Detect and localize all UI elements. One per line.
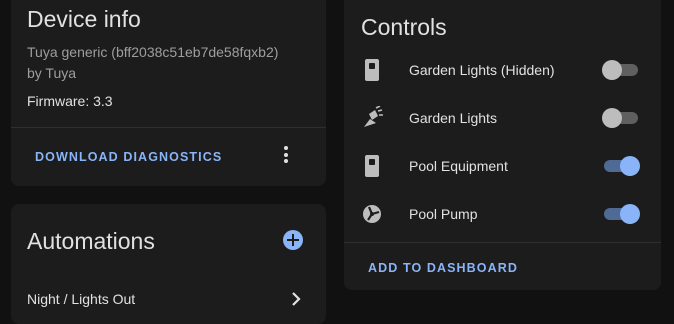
- pump-icon: [363, 205, 381, 223]
- download-diagnostics-button[interactable]: DOWNLOAD DIAGNOSTICS: [35, 150, 222, 164]
- card-divider: [11, 127, 326, 128]
- card-divider: [344, 242, 661, 243]
- automations-title: Automations: [27, 228, 155, 254]
- control-label: Garden Lights (Hidden): [409, 62, 555, 78]
- controls-title: Controls: [361, 14, 447, 40]
- control-label: Pool Pump: [409, 206, 478, 222]
- control-row-garden-lights-hidden: Garden Lights (Hidden): [344, 48, 661, 92]
- device-model: Tuya generic (bff2038c51eb7de58fqxb2): [27, 44, 279, 60]
- device-firmware: Firmware: 3.3: [27, 93, 113, 109]
- add-to-dashboard-button[interactable]: ADD TO DASHBOARD: [368, 261, 518, 275]
- controls-card: Controls Garden Lights (Hidden) Garden L…: [344, 0, 661, 290]
- device-info-title: Device info: [27, 6, 141, 32]
- control-label: Pool Equipment: [409, 158, 508, 174]
- switch-box-icon: [365, 155, 379, 177]
- toggle-switch[interactable]: [602, 203, 640, 225]
- toggle-switch[interactable]: [602, 59, 640, 81]
- control-row-pool-equipment: Pool Equipment: [344, 144, 661, 188]
- dots-vertical-icon[interactable]: [279, 146, 293, 168]
- automations-card: Automations Night / Lights Out: [11, 204, 326, 324]
- control-row-garden-lights: Garden Lights: [344, 96, 661, 140]
- toggle-switch[interactable]: [602, 107, 640, 129]
- device-manufacturer: by Tuya: [27, 65, 77, 81]
- device-info-card: Device info Tuya generic (bff2038c51eb7d…: [11, 0, 326, 186]
- chevron-right-icon: [292, 292, 301, 306]
- control-label: Garden Lights: [409, 110, 497, 126]
- automation-item-label: Night / Lights Out: [27, 291, 136, 307]
- light-flood-icon: [364, 106, 383, 127]
- control-row-pool-pump: Pool Pump: [344, 192, 661, 236]
- plus-circle-icon[interactable]: [283, 230, 303, 250]
- switch-box-icon: [365, 59, 379, 81]
- toggle-switch[interactable]: [602, 155, 640, 177]
- automation-item[interactable]: Night / Lights Out: [11, 284, 326, 316]
